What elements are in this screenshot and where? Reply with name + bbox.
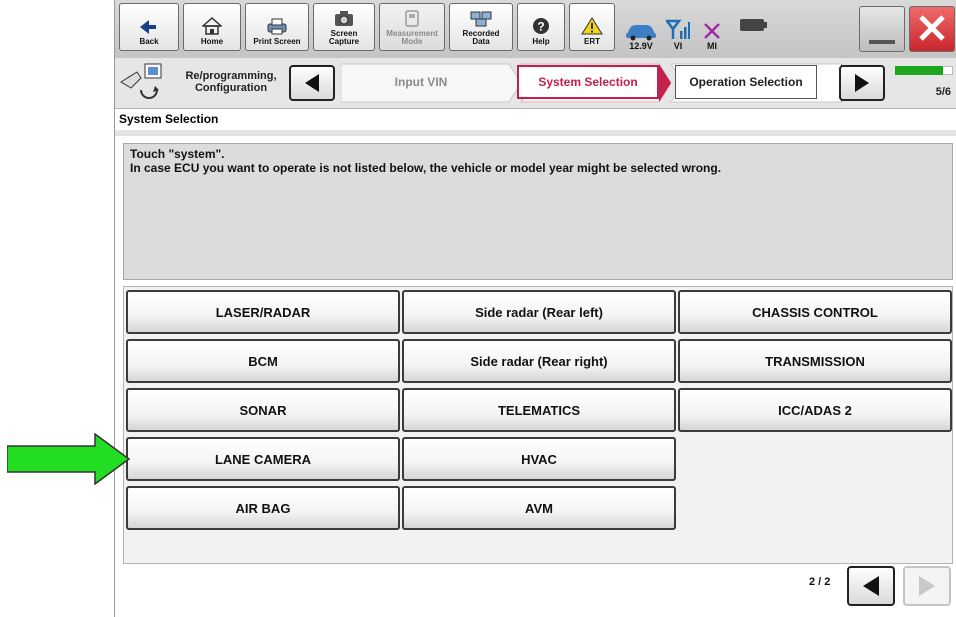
close-button[interactable]: [909, 6, 955, 52]
system-button-chassis-control[interactable]: CHASSIS CONTROL: [678, 290, 952, 334]
message-line-1: Touch "system".: [130, 147, 225, 161]
back-label: Back: [139, 37, 159, 46]
ert-button[interactable]: ERT: [569, 3, 615, 51]
system-button-icc-adas-2[interactable]: ICC/ADAS 2: [678, 388, 952, 432]
recorded-data-label: Recorded Data: [462, 29, 500, 46]
system-button-telematics[interactable]: TELEMATICS: [402, 388, 676, 432]
mi-status: MI: [697, 3, 727, 55]
next-page-button[interactable]: [903, 566, 951, 606]
previous-page-button[interactable]: [847, 566, 895, 606]
back-arrow-icon: [140, 20, 156, 34]
measurement-mode-label: Measurement Mode: [386, 29, 438, 46]
print-screen-label: Print Screen: [253, 37, 301, 46]
printer-icon: [267, 18, 287, 35]
help-icon: ?: [533, 18, 549, 34]
screen-capture-label: Screen Capture: [328, 29, 360, 46]
recorded-data-button[interactable]: Recorded Data: [449, 3, 513, 51]
battery-voltage-status: 12.9V: [621, 3, 661, 55]
measurement-mode-button[interactable]: Measurement Mode: [379, 3, 445, 51]
home-label: Home: [200, 37, 224, 46]
progress-text: 5/6: [935, 86, 951, 98]
help-button[interactable]: ? Help: [517, 3, 565, 51]
triangle-right-icon: [919, 576, 935, 596]
previous-step-button[interactable]: [289, 65, 335, 101]
system-button-bcm[interactable]: BCM: [126, 339, 400, 383]
vi-status: VI: [663, 3, 693, 55]
system-button-air-bag[interactable]: AIR BAG: [126, 486, 400, 530]
triangle-left-icon: [863, 576, 879, 596]
close-icon: [919, 15, 945, 41]
triangle-left-icon: [305, 74, 319, 92]
system-button-sonar[interactable]: SONAR: [126, 388, 400, 432]
instruction-message: Touch "system". In case ECU you want to …: [123, 143, 953, 280]
step-progress: 5/6: [895, 66, 953, 102]
home-icon: [202, 17, 222, 35]
help-label: Help: [532, 37, 550, 46]
system-button-avm[interactable]: AVM: [402, 486, 676, 530]
system-button-laser-radar[interactable]: LASER/RADAR: [126, 290, 400, 334]
step-input-vin[interactable]: Input VIN: [351, 65, 491, 99]
system-button-side-radar-rear-right[interactable]: Side radar (Rear right): [402, 339, 676, 383]
message-line-2: In case ECU you want to operate is not l…: [130, 161, 722, 175]
page-indicator: 2 / 2: [809, 576, 831, 588]
voltage-text: 12.9V: [629, 41, 653, 51]
system-button-side-radar-rear-left[interactable]: Side radar (Rear left): [402, 290, 676, 334]
step-system-selection[interactable]: System Selection: [517, 65, 659, 99]
recorded-data-icon: [470, 11, 492, 27]
svg-text:?: ?: [537, 20, 544, 34]
consult-screen: Back Home Print Screen Screen Capture Me…: [114, 0, 956, 617]
signal-icon: [666, 19, 690, 39]
camera-icon: [335, 11, 353, 26]
toolbar: Back Home Print Screen Screen Capture Me…: [115, 0, 956, 59]
mi-text: MI: [707, 41, 717, 51]
next-step-button[interactable]: [839, 65, 885, 101]
system-button-transmission[interactable]: TRANSMISSION: [678, 339, 952, 383]
ert-label: ERT: [584, 37, 600, 46]
print-screen-button[interactable]: Print Screen: [245, 3, 309, 51]
navigation-row: Re/programming, Configuration Input VIN …: [115, 58, 956, 109]
triangle-right-icon: [855, 74, 869, 92]
page-title: System Selection: [119, 112, 219, 126]
back-button[interactable]: Back: [119, 3, 179, 51]
green-pointer-arrow: [7, 433, 131, 485]
warning-icon: [581, 17, 603, 35]
battery-icon: [740, 19, 767, 31]
progress-fill: [895, 66, 944, 75]
mi-disconnected-icon: [704, 23, 720, 39]
vi-text: VI: [673, 41, 683, 51]
title-divider: [115, 130, 956, 136]
screen-capture-button[interactable]: Screen Capture: [313, 3, 375, 51]
system-button-hvac[interactable]: HVAC: [402, 437, 676, 481]
minimize-button[interactable]: [859, 6, 905, 52]
minimize-icon: [869, 40, 895, 44]
step-operation-selection[interactable]: Operation Selection: [675, 65, 817, 99]
system-list: LASER/RADAR Side radar (Rear left) CHASS…: [123, 286, 953, 564]
reprogramming-icon: [120, 63, 162, 99]
vehicle-icon: [626, 25, 656, 41]
meter-icon: [405, 10, 419, 27]
system-button-lane-camera[interactable]: LANE CAMERA: [126, 437, 400, 481]
home-button[interactable]: Home: [183, 3, 241, 51]
section-label: Re/programming, Configuration: [185, 70, 277, 94]
